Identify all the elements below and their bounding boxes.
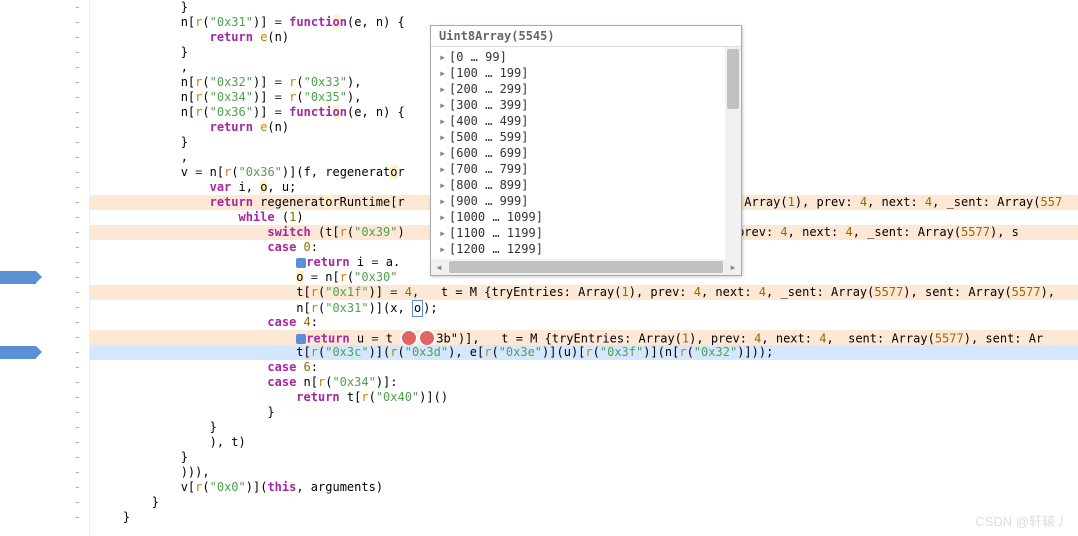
code-line[interactable]: } <box>90 510 1078 525</box>
current-line[interactable]: t[r("0x3c")](r("0x3d"), e[r("0x3e")](u)[… <box>90 345 1078 360</box>
gutter: - - - - - - - - - - - - - - - - - - - - … <box>0 0 90 536</box>
code-line[interactable]: t[r("0x1f")] = 4, t = M {tryEntries: Arr… <box>90 285 1078 300</box>
breakpoint-row[interactable]: - <box>0 270 89 285</box>
expand-arrow-icon: ▸ <box>439 162 449 176</box>
code-line[interactable]: case 6: <box>90 360 1078 375</box>
scrollbar-horizontal[interactable]: ◂ ▸ <box>431 259 741 275</box>
code-line[interactable]: n[r("0x31")](x, o); <box>90 300 1078 315</box>
expand-arrow-icon: ▸ <box>439 210 449 224</box>
array-range-item[interactable]: ▸[0 … 99] <box>431 49 725 65</box>
scroll-left-icon[interactable]: ◂ <box>431 260 447 274</box>
array-range-item[interactable]: ▸[700 … 799] <box>431 161 725 177</box>
array-range-item[interactable]: ▸[100 … 199] <box>431 65 725 81</box>
expand-arrow-icon: ▸ <box>439 130 449 144</box>
array-range-item[interactable]: ▸[400 … 499] <box>431 113 725 129</box>
expand-arrow-icon: ▸ <box>439 146 449 160</box>
expand-arrow-icon: ▸ <box>439 242 449 256</box>
code-line[interactable]: } <box>90 0 1078 15</box>
expand-arrow-icon: ▸ <box>439 50 449 64</box>
array-range-item[interactable]: ▸[300 … 399] <box>431 97 725 113</box>
expand-arrow-icon: ▸ <box>439 114 449 128</box>
expand-arrow-icon: ▸ <box>439 98 449 112</box>
expand-arrow-icon: ▸ <box>439 194 449 208</box>
array-range-item[interactable]: ▸[500 … 599] <box>431 129 725 145</box>
code-line[interactable]: case 4: <box>90 315 1078 330</box>
code-line[interactable]: v[r("0x0")](this, arguments) <box>90 480 1078 495</box>
popup-header: Uint8Array(5545) <box>431 26 741 47</box>
breakpoint-row[interactable]: - <box>0 345 89 360</box>
array-range-item[interactable]: ▸[800 … 899] <box>431 177 725 193</box>
expand-arrow-icon: ▸ <box>439 66 449 80</box>
inspector-popup: Uint8Array(5545) ▸[0 … 99] ▸[100 … 199] … <box>430 25 742 276</box>
code-line[interactable]: ))), <box>90 465 1078 480</box>
breakpoint-marker-icon <box>296 258 306 268</box>
array-range-item[interactable]: ▸[900 … 999] <box>431 193 725 209</box>
code-line[interactable]: } <box>90 495 1078 510</box>
array-range-item[interactable]: ▸[1200 … 1299] <box>431 241 725 257</box>
array-range-item[interactable]: ▸[1100 … 1199] <box>431 225 725 241</box>
watermark: CSDN @轩辕丿 <box>975 511 1068 530</box>
code-line[interactable]: } <box>90 450 1078 465</box>
code-line[interactable]: return u = t 3b")], t = M {tryEntries: A… <box>90 330 1078 345</box>
array-range-item[interactable]: ▸[1000 … 1099] <box>431 209 725 225</box>
code-line[interactable]: } <box>90 405 1078 420</box>
code-line[interactable]: ), t) <box>90 435 1078 450</box>
code-line[interactable]: } <box>90 420 1078 435</box>
scrollbar-thumb[interactable] <box>449 261 723 273</box>
expand-arrow-icon: ▸ <box>439 82 449 96</box>
array-range-item[interactable]: ▸[600 … 699] <box>431 145 725 161</box>
scrollbar-thumb[interactable] <box>727 49 739 109</box>
code-line[interactable]: return t[r("0x40")]() <box>90 390 1078 405</box>
code-line[interactable]: case n[r("0x34")]: <box>90 375 1078 390</box>
scrollbar-vertical[interactable] <box>725 47 741 259</box>
scroll-right-icon[interactable]: ▸ <box>725 260 741 274</box>
expand-arrow-icon: ▸ <box>439 226 449 240</box>
popup-list[interactable]: ▸[0 … 99] ▸[100 … 199] ▸[200 … 299] ▸[30… <box>431 47 725 259</box>
breakpoint-marker-icon <box>296 334 306 344</box>
expand-arrow-icon: ▸ <box>439 178 449 192</box>
array-range-item[interactable]: ▸[200 … 299] <box>431 81 725 97</box>
